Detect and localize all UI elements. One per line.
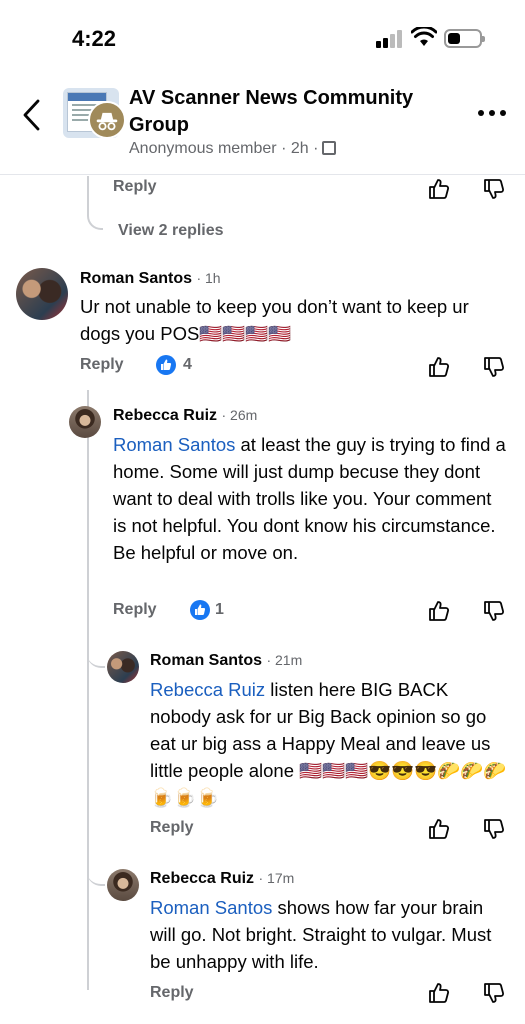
reply-button[interactable]: Reply — [150, 984, 194, 1002]
comment-author[interactable]: Rebecca Ruiz · 17m — [150, 870, 294, 888]
like-reaction-icon[interactable] — [156, 355, 176, 375]
avatar[interactable] — [16, 268, 68, 320]
author-name[interactable]: Rebecca Ruiz — [113, 407, 217, 424]
reaction-count[interactable]: 4 — [183, 356, 192, 374]
thumbs-down-icon[interactable] — [482, 817, 506, 841]
wifi-icon — [411, 27, 437, 46]
comment-time: · 1h — [196, 270, 221, 286]
comment-time: · 21m — [266, 652, 303, 668]
author-name[interactable]: Roman Santos — [80, 270, 192, 287]
battery-icon — [444, 29, 485, 48]
members-only-icon — [322, 141, 337, 155]
like-reaction-icon[interactable] — [190, 600, 210, 620]
mention-link[interactable]: Roman Santos — [150, 897, 272, 918]
chevron-left-icon[interactable] — [20, 98, 44, 132]
post-meta-text: Anonymous member · 2h · — [129, 140, 319, 157]
comment-text: Ur not unable to keep you don’t want to … — [80, 293, 500, 347]
thumbs-down-icon[interactable] — [482, 599, 506, 623]
thumbs-up-icon[interactable] — [427, 981, 451, 1005]
thumbs-up-icon[interactable] — [427, 817, 451, 841]
more-horizontal-icon[interactable] — [478, 108, 506, 118]
comment-text: Roman Santos at least the guy is trying … — [113, 431, 508, 566]
group-name[interactable]: AV Scanner News Community Group — [129, 85, 429, 139]
anonymous-badge-icon — [88, 101, 126, 139]
comment-time: · 26m — [221, 407, 258, 423]
reply-button[interactable]: Reply — [113, 178, 157, 196]
avatar[interactable] — [107, 869, 139, 901]
avatar[interactable] — [69, 406, 101, 438]
thread-line — [87, 390, 89, 990]
comment-author[interactable]: Roman Santos · 21m — [150, 652, 302, 670]
status-time: 4:22 — [72, 26, 117, 51]
post-header: AV Scanner News Community Group Anonymou… — [0, 75, 525, 175]
thread-connector — [87, 858, 105, 886]
thumbs-up-icon[interactable] — [427, 177, 451, 201]
thumbs-up-icon[interactable] — [427, 355, 451, 379]
comment-text: Rebecca Ruiz listen here BIG BACK nobody… — [150, 676, 508, 811]
comment-time: · 17m — [258, 870, 295, 886]
reply-button[interactable]: Reply — [150, 819, 194, 837]
reaction-count[interactable]: 1 — [215, 601, 224, 619]
comment-author[interactable]: Roman Santos · 1h — [80, 270, 221, 288]
comment-text: Roman Santos shows how far your brain wi… — [150, 894, 505, 975]
cellular-signal-icon — [376, 30, 404, 48]
mention-link[interactable]: Rebecca Ruiz — [150, 679, 265, 700]
reply-button[interactable]: Reply — [80, 356, 124, 374]
avatar[interactable] — [107, 651, 139, 683]
reply-button[interactable]: Reply — [113, 601, 157, 619]
author-name[interactable]: Rebecca Ruiz — [150, 870, 254, 887]
thumbs-down-icon[interactable] — [482, 981, 506, 1005]
thread-connector — [87, 200, 103, 230]
view-replies-link[interactable]: View 2 replies — [118, 222, 224, 240]
thread-connector — [87, 640, 105, 668]
thumbs-down-icon[interactable] — [482, 355, 506, 379]
status-bar: 4:22 — [0, 0, 525, 75]
comment-body: Ur not unable to keep you don’t want to … — [80, 296, 469, 344]
thumbs-down-icon[interactable] — [482, 177, 506, 201]
comment-author[interactable]: Rebecca Ruiz · 26m — [113, 407, 257, 425]
thumbs-up-icon[interactable] — [427, 599, 451, 623]
post-meta: Anonymous member · 2h · — [129, 140, 337, 158]
author-name[interactable]: Roman Santos — [150, 652, 262, 669]
mention-link[interactable]: Roman Santos — [113, 434, 235, 455]
